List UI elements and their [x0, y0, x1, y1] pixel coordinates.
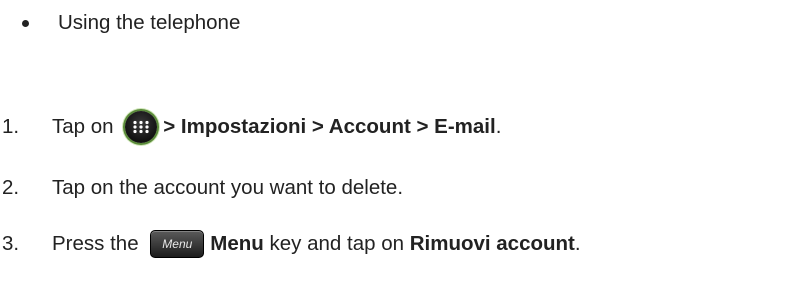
step-2-text: Tap on the account you want to delete. — [52, 175, 404, 199]
step-1: 1. Tap on > Impostazioni > Account > E-m… — [0, 109, 501, 145]
step-3: 3. Press the Menu Menu key and tap on Ri… — [0, 224, 581, 264]
step-3-prefix: Press the — [52, 231, 145, 255]
bullet-dot — [22, 19, 29, 27]
step-number: 3. — [2, 231, 20, 255]
bullet-text: Using the telephone — [58, 10, 241, 34]
instructions-page: Using the telephone 1. Tap on > Impostaz… — [0, 0, 810, 284]
step-number: 1. — [2, 114, 20, 138]
step-2: 2. Tap on the account you want to delete… — [0, 174, 403, 202]
step-1-menu-path: > Impostazioni > Account > E-mail — [163, 114, 496, 138]
step-3-action: Rimuovi account — [409, 231, 575, 255]
step-number: 2. — [2, 175, 20, 199]
apps-grid-icon — [125, 111, 158, 143]
step-1-suffix: . — [495, 114, 502, 138]
step-3-middle: key and tap on — [263, 231, 410, 255]
step-3-suffix: . — [574, 231, 581, 255]
bullet-item: Using the telephone — [18, 9, 240, 37]
step-3-key-name: Menu — [210, 231, 264, 255]
step-1-prefix: Tap on — [52, 114, 120, 138]
menu-key-icon: Menu — [150, 230, 205, 258]
